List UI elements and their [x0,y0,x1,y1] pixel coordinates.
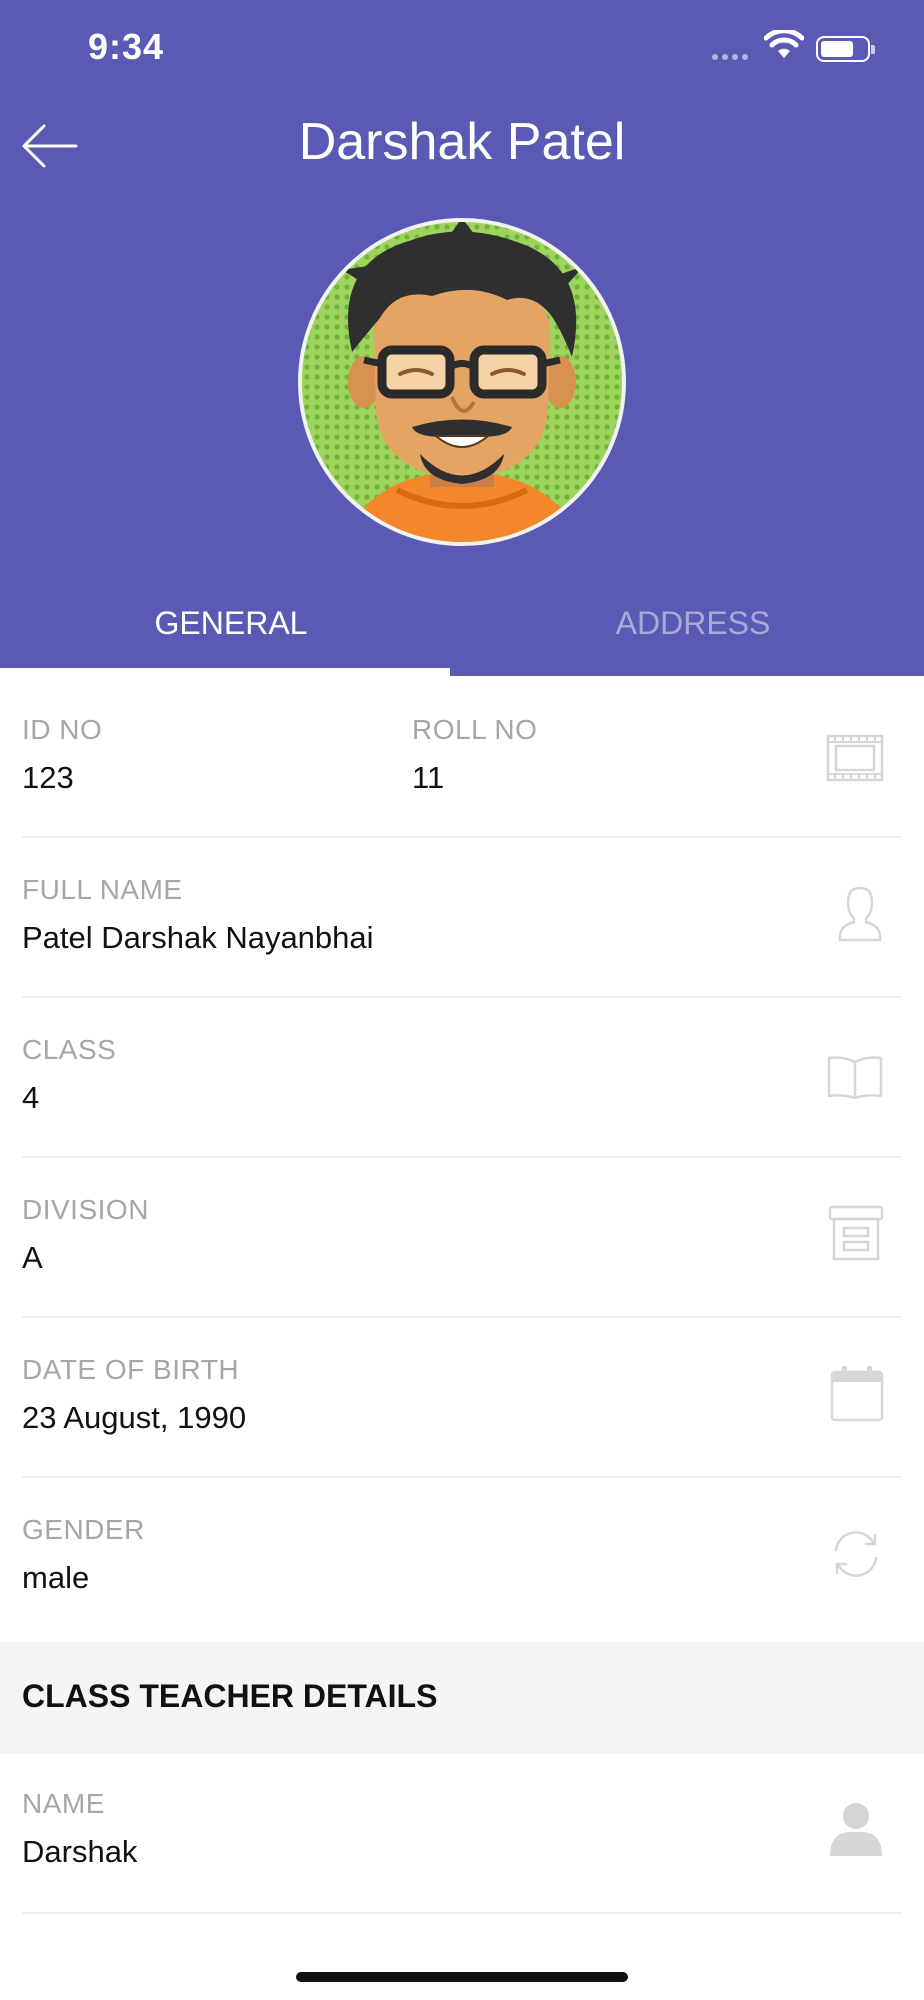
page-title: Darshak Patel [298,113,626,171]
status-time: 9:34 [88,26,165,67]
division-label: DIVISION [22,1194,149,1225]
person-filled-icon [830,1803,882,1856]
gender-value: male [22,1560,90,1595]
refresh-icon [834,1531,878,1577]
class-label: CLASS [22,1034,117,1065]
person-outline-icon [838,886,882,942]
home-indicator[interactable] [296,1972,628,1982]
profile-header: 9:34 Darshak Patel [0,0,924,676]
id-no-label: ID NO [22,714,103,745]
avatar-illustration [302,222,622,542]
class-value: 4 [22,1080,40,1115]
battery-icon [816,36,875,62]
calendar-icon [830,1366,884,1422]
teacher-name-label: NAME [22,1788,105,1819]
gender-label: GENDER [22,1514,145,1545]
division-row: DIVISION A [0,1158,924,1318]
active-tab-indicator [0,668,450,676]
class-teacher-section-header: CLASS TEACHER DETAILS [0,1642,924,1754]
film-strip-icon [826,734,884,782]
section-title: CLASS TEACHER DETAILS [22,1678,438,1714]
wifi-icon [764,30,804,58]
tab-address[interactable]: ADDRESS [462,596,924,676]
id-no-value: 123 [22,760,74,795]
cellular-signal-icon [712,54,748,60]
archive-box-icon [828,1205,884,1261]
avatar[interactable] [298,218,626,546]
dob-label: DATE OF BIRTH [22,1354,240,1385]
full-name-row: FULL NAME Patel Darshak Nayanbhai [0,838,924,998]
roll-no-value: 11 [412,760,445,795]
tab-general[interactable]: GENERAL [0,596,462,676]
class-row: CLASS 4 [0,998,924,1158]
dob-value: 23 August, 1990 [22,1400,247,1435]
dob-row: DATE OF BIRTH 23 August, 1990 [0,1318,924,1478]
open-book-icon [827,1056,883,1100]
teacher-name-row: NAME Darshak [0,1754,924,1914]
profile-tabs: GENERAL ADDRESS [0,596,924,676]
roll-no-label: ROLL NO [412,714,538,745]
row-divider [22,1912,902,1914]
full-name-value: Patel Darshak Nayanbhai [22,920,374,955]
full-name-label: FULL NAME [22,874,183,905]
division-value: A [22,1240,43,1275]
teacher-name-value: Darshak [22,1834,138,1869]
gender-row: GENDER male [0,1478,924,1638]
id-roll-row: ID NO 123 ROLL NO 11 [0,678,924,838]
